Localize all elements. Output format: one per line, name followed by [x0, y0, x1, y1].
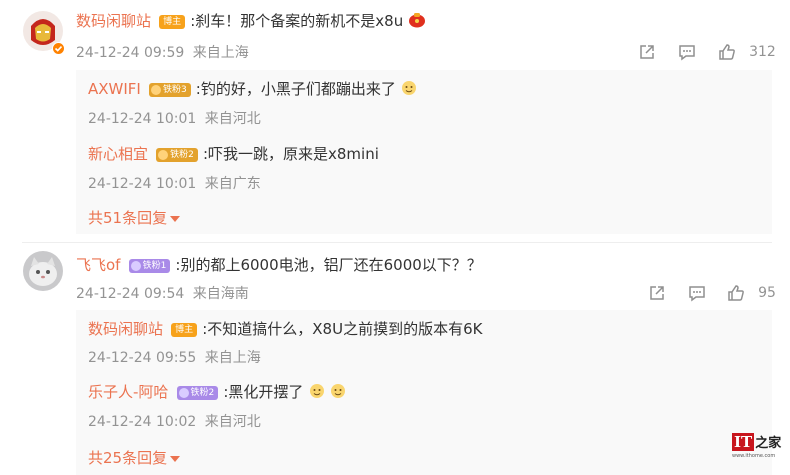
like-icon	[719, 43, 735, 60]
comment-icon	[679, 44, 695, 60]
caret-down-icon	[170, 215, 181, 222]
reply-location: 来自河北	[204, 414, 261, 430]
reply-time: 24-12-24 09:55	[88, 350, 197, 366]
like-count: 312	[749, 43, 776, 60]
reply-item: 乐子人-阿哈 铁粉2 :黑化开摆了	[88, 381, 346, 402]
avatar[interactable]	[22, 250, 64, 292]
comment-location: 来自海南	[192, 286, 249, 302]
comment-meta: 24-12-24 09:59 来自上海	[76, 42, 249, 62]
comment-button[interactable]	[688, 282, 706, 302]
reply-text: :不知道搞什么，X8U之前摸到的版本有6K	[202, 320, 483, 338]
reply-meta: 24-12-24 10:02 来自河北	[88, 411, 261, 431]
reply-location: 来自广东	[204, 176, 261, 192]
fan-badge: 铁粉2	[156, 147, 198, 162]
reply-author[interactable]: 数码闲聊站	[88, 320, 163, 338]
more-replies-text: 共25条回复	[88, 449, 168, 467]
reply-item: 数码闲聊站 博主 :不知道搞什么，X8U之前摸到的版本有6K	[88, 318, 482, 339]
reply-item: 新心相宜 铁粉2 :吓我一跳，原来是x8mini	[88, 143, 379, 164]
verified-icon	[52, 40, 65, 55]
reply-time: 24-12-24 10:01	[88, 111, 197, 127]
more-replies-text: 共51条回复	[88, 209, 168, 227]
emoji-icon	[401, 80, 417, 96]
blogger-badge: 博主	[171, 322, 198, 337]
blogger-badge: 博主	[159, 14, 186, 29]
like-count: 95	[758, 284, 776, 301]
red-envelope-icon	[408, 12, 426, 28]
comment-location: 来自上海	[192, 45, 249, 61]
reply-location: 来自河北	[204, 111, 261, 127]
reply-location: 来自上海	[204, 350, 261, 366]
comment-text: :别的都上6000电池，铝厂还在6000以下？？	[175, 256, 482, 274]
comment-header: 飞飞of 铁粉1 :别的都上6000电池，铝厂还在6000以下？？	[76, 254, 482, 275]
fan-badge: 铁粉3	[148, 82, 191, 97]
reply-time: 24-12-24 10:02	[88, 414, 197, 430]
comment-icon	[689, 285, 705, 301]
share-icon	[640, 44, 654, 59]
more-replies-link[interactable]: 共51条回复	[88, 207, 181, 228]
divider	[22, 242, 772, 243]
watermark: IT 之家 www.ithome.com	[732, 432, 784, 468]
comment-text: :刹车！那个备案的新机不是x8u	[190, 12, 404, 30]
emoji-icon	[330, 383, 346, 399]
watermark-logo: IT	[732, 432, 755, 451]
comment-header: 数码闲聊站 博主 :刹车！那个备案的新机不是x8u	[76, 10, 426, 31]
comment-button[interactable]	[678, 41, 696, 61]
comment-time: 24-12-24 09:59	[76, 45, 185, 61]
reply-meta: 24-12-24 09:55 来自上海	[88, 347, 261, 367]
reply-meta: 24-12-24 10:01 来自河北	[88, 108, 261, 128]
reply-text: :钓的好，小黑子们都蹦出来了	[195, 80, 396, 98]
comment-author[interactable]: 数码闲聊站	[76, 12, 151, 30]
avatar-cat-image	[23, 251, 63, 291]
comment-meta: 24-12-24 09:54 来自海南	[76, 283, 249, 303]
reply-author[interactable]: AXWIFI	[88, 80, 141, 98]
watermark-suffix: 之家	[755, 436, 782, 451]
like-button[interactable]: 312	[718, 41, 776, 61]
reply-author[interactable]: 新心相宜	[88, 145, 148, 163]
reply-author[interactable]: 乐子人-阿哈	[88, 383, 168, 401]
fan-badge: 铁粉1	[128, 258, 171, 273]
comment-time: 24-12-24 09:54	[76, 286, 185, 302]
reply-meta: 24-12-24 10:01 来自广东	[88, 173, 261, 193]
share-button[interactable]	[648, 282, 666, 302]
reply-text: :黑化开摆了	[223, 383, 304, 401]
like-icon	[728, 284, 744, 301]
share-button[interactable]	[638, 41, 656, 61]
watermark-url: www.ithome.com	[732, 453, 776, 459]
like-button[interactable]: 95	[727, 282, 776, 302]
reply-item: AXWIFI 铁粉3 :钓的好，小黑子们都蹦出来了	[88, 78, 417, 99]
more-replies-link[interactable]: 共25条回复	[88, 447, 181, 468]
share-icon	[650, 285, 664, 300]
comment-author[interactable]: 飞飞of	[76, 256, 120, 274]
reply-time: 24-12-24 10:01	[88, 176, 197, 192]
fan-badge: 铁粉2	[176, 385, 219, 400]
emoji-icon	[309, 383, 325, 399]
caret-down-icon	[170, 455, 181, 462]
reply-text: :吓我一跳，原来是x8mini	[202, 145, 379, 163]
